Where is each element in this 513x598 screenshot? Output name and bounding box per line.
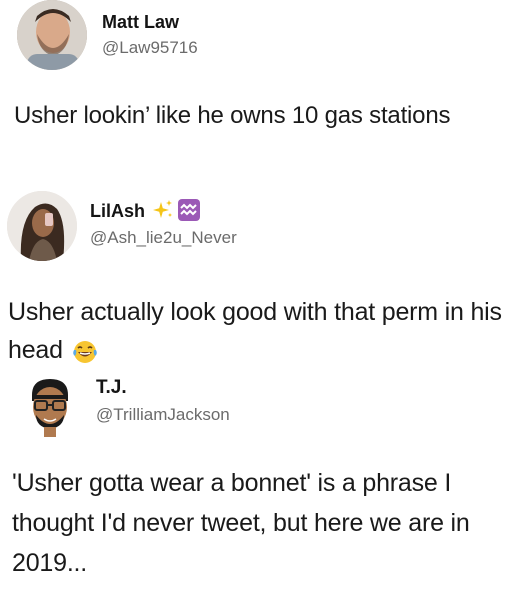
sparkles-icon xyxy=(152,199,174,221)
avatar[interactable] xyxy=(7,191,77,261)
display-name[interactable]: T.J. xyxy=(96,377,127,399)
profile-photo-icon xyxy=(17,0,87,70)
user-handle[interactable]: @TrilliamJackson xyxy=(96,405,230,425)
tweet-2: LilAsh @Ash_lie2u_Never Usher actually l… xyxy=(0,185,513,375)
avatar[interactable] xyxy=(17,0,87,70)
display-name[interactable]: Matt Law xyxy=(102,12,179,33)
tears-of-joy-emoji xyxy=(72,338,98,364)
user-handle[interactable]: @Ash_lie2u_Never xyxy=(90,228,237,248)
memoji-avatar-icon xyxy=(32,379,68,437)
aquarius-icon xyxy=(178,199,200,221)
tweet-text: 'Usher gotta wear a bonnet' is a phrase … xyxy=(12,469,470,577)
tweet-text: Usher actually look good with that perm … xyxy=(8,293,508,369)
display-name[interactable]: LilAsh xyxy=(90,201,145,222)
user-handle[interactable]: @Law95716 xyxy=(102,38,198,58)
avatar[interactable] xyxy=(22,377,78,437)
tweet-text: Usher lookin’ like he owns 10 gas statio… xyxy=(14,102,451,129)
tweet-3: T.J. @TrilliamJackson 'Usher gotta wear … xyxy=(0,375,513,598)
tweet-1: Matt Law @Law95716 Usher lookin’ like he… xyxy=(0,0,513,185)
profile-photo-icon xyxy=(7,191,77,261)
